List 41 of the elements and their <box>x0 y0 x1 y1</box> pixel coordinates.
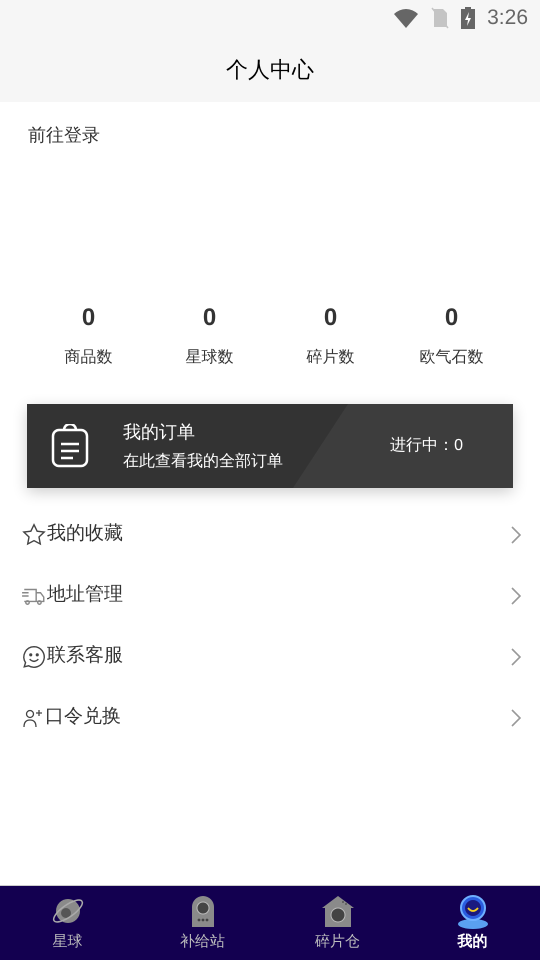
clipboard-icon <box>51 424 89 468</box>
stat-value: 0 <box>82 303 96 333</box>
login-link[interactable]: 前往登录 <box>28 125 100 145</box>
chevron-right-icon <box>510 586 522 606</box>
stat-value: 0 <box>202 303 216 333</box>
order-subtitle: 在此查看我的全部订单 <box>123 452 283 472</box>
nav-label: 补给站 <box>180 932 225 952</box>
nav-label: 星球 <box>52 932 82 952</box>
menu-label: 口令兑换 <box>45 705 121 730</box>
menu-item[interactable]: 我的收藏 <box>0 504 540 565</box>
order-title: 我的订单 <box>123 420 196 444</box>
page-title: 个人中心 <box>226 56 314 84</box>
chevron-right-icon <box>510 708 522 728</box>
clock-time: 3:26 <box>487 5 528 32</box>
wifi-icon <box>393 8 420 28</box>
nav-label: 我的 <box>458 932 488 952</box>
order-card[interactable]: 我的订单 在此查看我的全部订单 进行中：0 <box>27 404 513 488</box>
battery-icon <box>461 7 476 29</box>
stat-value: 0 <box>324 303 338 333</box>
menu-label: 地址管理 <box>47 583 123 608</box>
stat-label: 商品数 <box>64 348 112 368</box>
menu-label: 联系客服 <box>47 644 123 668</box>
menu-label: 我的收藏 <box>47 522 123 546</box>
order-status: 进行中：0 <box>390 436 463 456</box>
star-icon <box>21 522 47 548</box>
nav-tab[interactable]: 补给站 <box>135 886 270 960</box>
nav-tab[interactable]: 碎片仓 <box>270 886 405 960</box>
stat-label: 碎片数 <box>306 348 354 368</box>
nav-tab[interactable]: 星球 <box>0 886 135 960</box>
menu-item[interactable]: 地址管理 <box>0 565 540 626</box>
no-sim-icon <box>431 7 450 29</box>
stat-label: 欧气石数 <box>420 348 484 368</box>
chevron-right-icon <box>510 524 522 544</box>
stat-label: 星球数 <box>186 348 234 368</box>
menu-item[interactable]: 口令兑换 <box>0 687 540 748</box>
nav-tab[interactable]: 我的 <box>405 886 540 960</box>
stat-value: 0 <box>444 303 458 333</box>
menu-item[interactable]: 联系客服 <box>0 626 540 687</box>
nav-label: 碎片仓 <box>315 932 360 952</box>
chevron-right-icon <box>510 646 522 666</box>
smiley-icon <box>21 644 47 670</box>
